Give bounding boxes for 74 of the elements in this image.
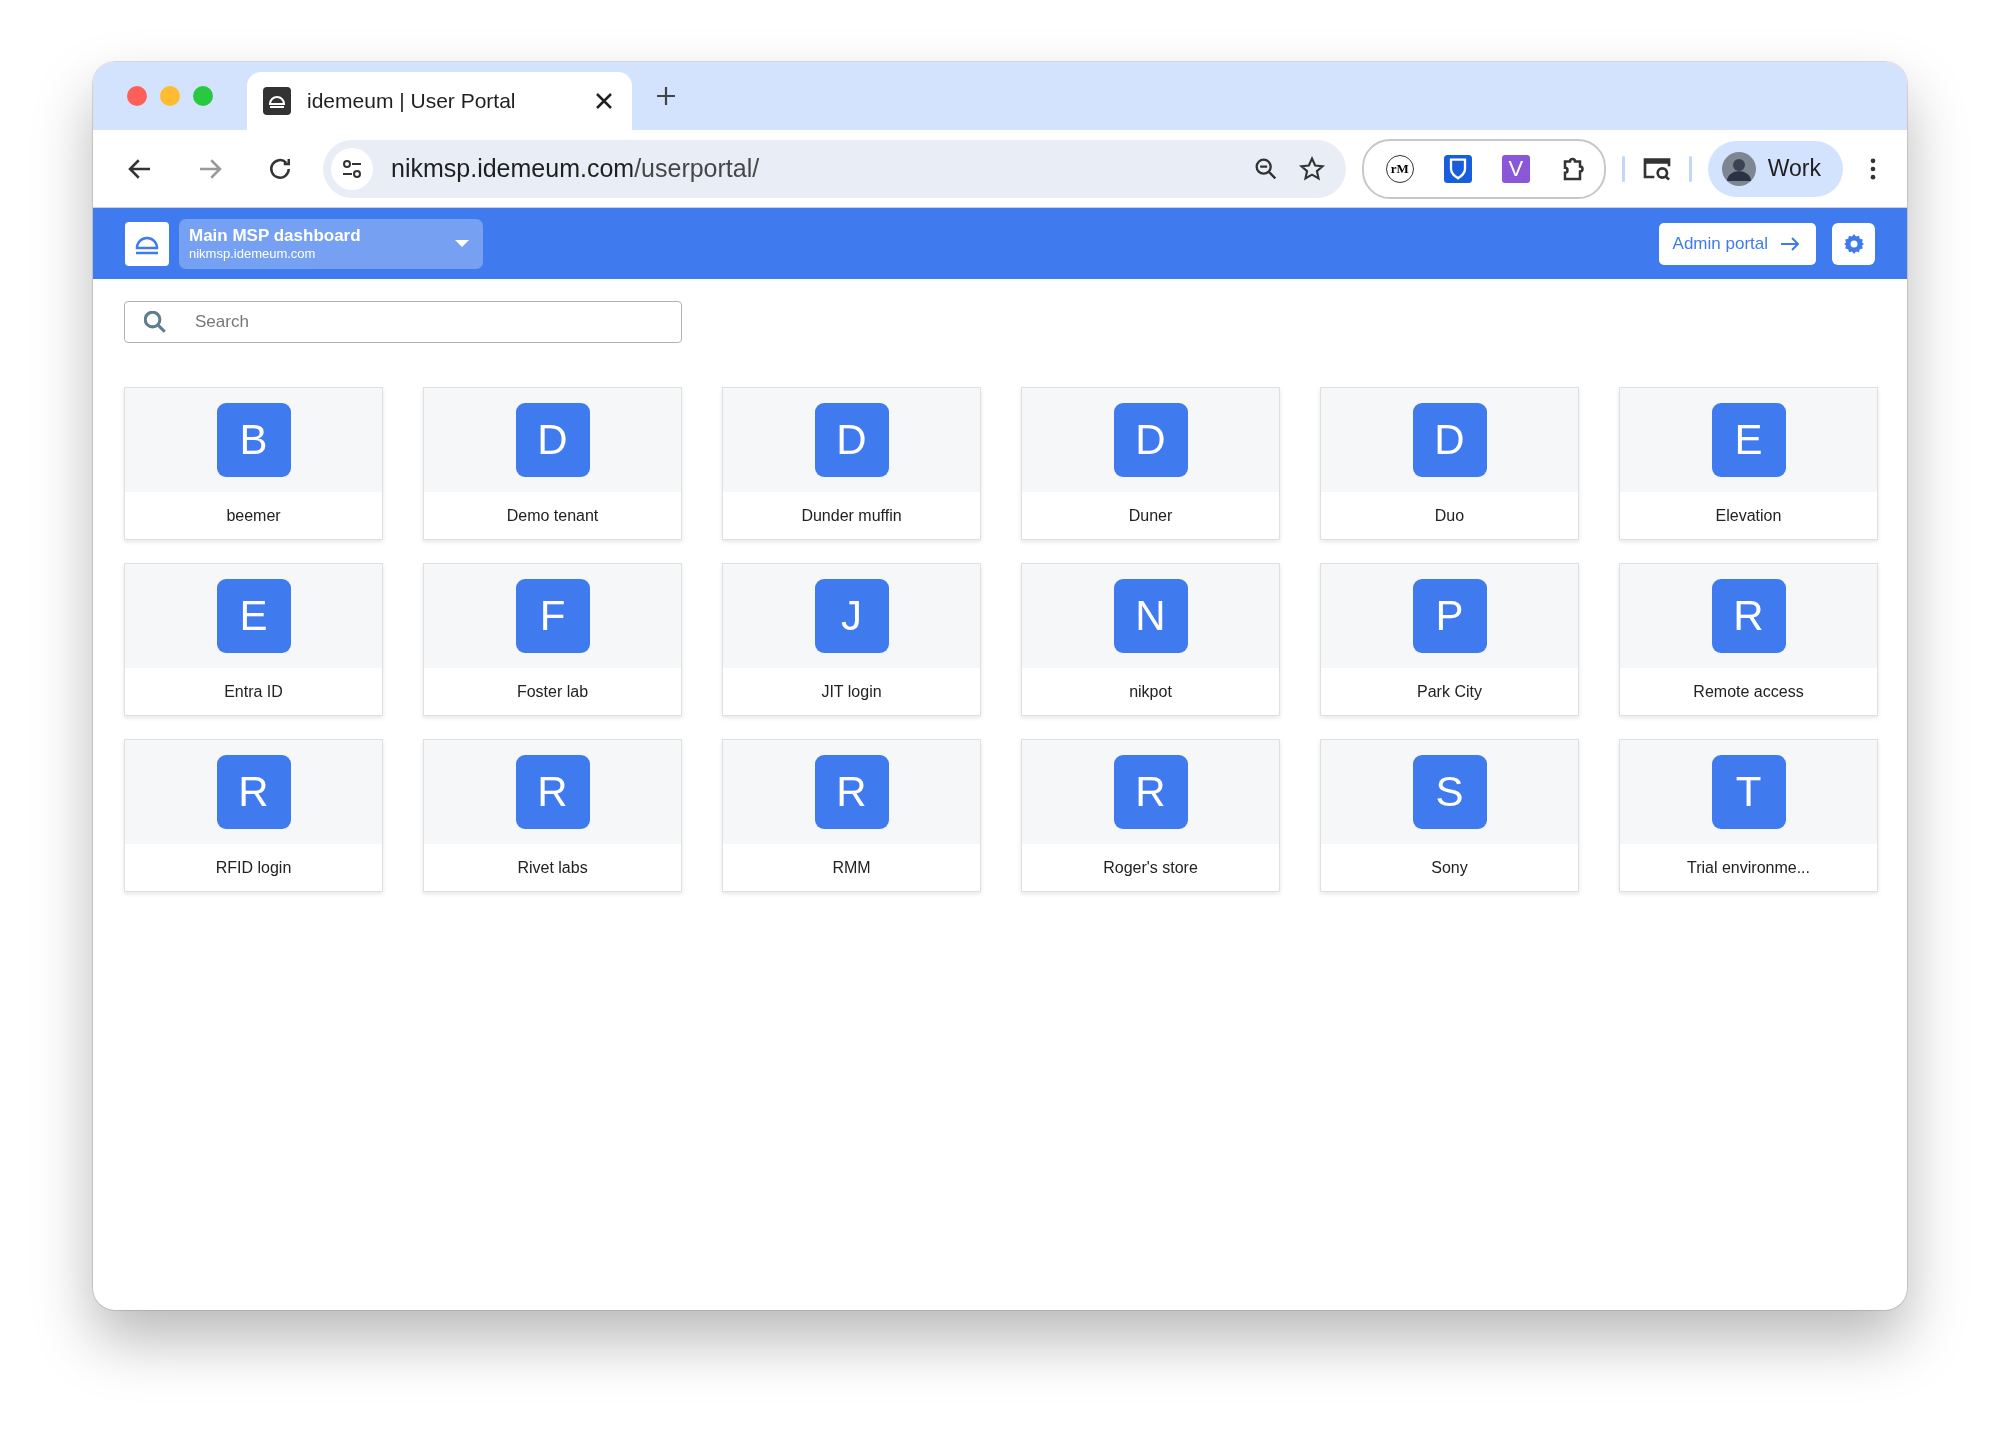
app-letter-tile: D bbox=[1113, 403, 1188, 477]
app-name: Roger's store bbox=[1102, 857, 1199, 878]
app-card[interactable]: F Foster lab bbox=[423, 563, 682, 716]
app-name: JIT login bbox=[820, 681, 883, 702]
address-bar[interactable]: nikmsp.idemeum.com/userportal/ bbox=[323, 139, 1346, 198]
logo-icon bbox=[125, 221, 169, 266]
app-letter-tile: J bbox=[814, 579, 889, 653]
app-card[interactable]: T Trial environme... bbox=[1619, 739, 1878, 892]
app-card[interactable]: D Dunder muffin bbox=[722, 387, 981, 540]
app-card[interactable]: B beemer bbox=[124, 387, 383, 540]
app-letter-tile: P bbox=[1412, 579, 1487, 653]
app-name: beemer bbox=[225, 505, 282, 526]
tab-title: idemeum | User Portal bbox=[307, 89, 517, 113]
search-field[interactable]: Search bbox=[124, 301, 682, 343]
star-icon[interactable] bbox=[1297, 154, 1326, 183]
app-letter-tile: R bbox=[515, 755, 590, 829]
app-letter-tile: T bbox=[1711, 755, 1786, 829]
app-name: Sony bbox=[1430, 857, 1469, 878]
app-letter-tile: N bbox=[1113, 579, 1188, 653]
search-icon bbox=[144, 311, 166, 333]
app-card[interactable]: R RFID login bbox=[124, 739, 383, 892]
favicon-icon bbox=[263, 87, 291, 115]
app-letter-tile: R bbox=[1113, 755, 1188, 829]
app-name: Dunder muffin bbox=[800, 505, 903, 526]
app-letter-tile: E bbox=[1711, 403, 1786, 477]
app-letter-tile: D bbox=[814, 403, 889, 477]
app-letter-tile: F bbox=[515, 579, 590, 653]
app-card[interactable]: D Demo tenant bbox=[423, 387, 682, 540]
app-card[interactable]: R Roger's store bbox=[1021, 739, 1280, 892]
app-name: Trial environme... bbox=[1686, 857, 1811, 878]
profile-button[interactable]: Work bbox=[1707, 140, 1843, 197]
app-letter-tile: D bbox=[1412, 403, 1487, 477]
app-letter-tile: B bbox=[216, 403, 291, 477]
app-name: Entra ID bbox=[223, 681, 284, 702]
browser-tab[interactable]: idemeum | User Portal bbox=[247, 72, 632, 130]
settings-button[interactable] bbox=[1832, 222, 1875, 265]
app-card[interactable]: N nikpot bbox=[1021, 563, 1280, 716]
app-card[interactable]: J JIT login bbox=[722, 563, 981, 716]
app-name: Foster lab bbox=[515, 681, 590, 702]
app-letter-tile: R bbox=[814, 755, 889, 829]
app-letter-tile: R bbox=[216, 755, 291, 829]
app-letter-tile: S bbox=[1412, 755, 1487, 829]
avatar-icon bbox=[1721, 151, 1756, 186]
workspace-title: Main MSP dashboard bbox=[189, 226, 362, 246]
app-letter-tile: D bbox=[515, 403, 590, 477]
app-name: Rivet labs bbox=[516, 857, 589, 878]
app-card[interactable]: S Sony bbox=[1320, 739, 1579, 892]
app-card[interactable]: P Park City bbox=[1320, 563, 1579, 716]
extension-icon[interactable]: V bbox=[1501, 154, 1530, 183]
app-card[interactable]: D Duner bbox=[1021, 387, 1280, 540]
app-name: RMM bbox=[831, 857, 872, 878]
shield-icon[interactable] bbox=[1443, 154, 1472, 183]
app-card[interactable]: R Rivet labs bbox=[423, 739, 682, 892]
app-name: Elevation bbox=[1714, 505, 1783, 526]
admin-portal-button[interactable]: Admin portal bbox=[1658, 222, 1816, 265]
app-name: Duo bbox=[1433, 505, 1466, 526]
app-card[interactable]: R RMM bbox=[722, 739, 981, 892]
app-card[interactable]: E Elevation bbox=[1619, 387, 1878, 540]
dropdown-caret-icon bbox=[455, 240, 469, 247]
app-name: RFID login bbox=[214, 857, 293, 878]
app-name: Duner bbox=[1127, 505, 1174, 526]
new-tab-icon[interactable] bbox=[654, 84, 678, 108]
workspace-domain: nikmsp.idemeum.com bbox=[189, 246, 317, 261]
app-name: Demo tenant bbox=[505, 505, 600, 526]
app-name: Park City bbox=[1416, 681, 1483, 702]
url-text: nikmsp.idemeum.com/userportal/ bbox=[391, 154, 761, 183]
app-name: Remote access bbox=[1692, 681, 1805, 702]
site-settings-icon[interactable] bbox=[331, 147, 373, 190]
app-letter-tile: E bbox=[216, 579, 291, 653]
app-card[interactable]: D Duo bbox=[1320, 387, 1579, 540]
app-letter-tile: R bbox=[1711, 579, 1786, 653]
app-name: nikpot bbox=[1128, 681, 1173, 702]
app-card[interactable]: R Remote access bbox=[1619, 563, 1878, 716]
app-card[interactable]: E Entra ID bbox=[124, 563, 383, 716]
